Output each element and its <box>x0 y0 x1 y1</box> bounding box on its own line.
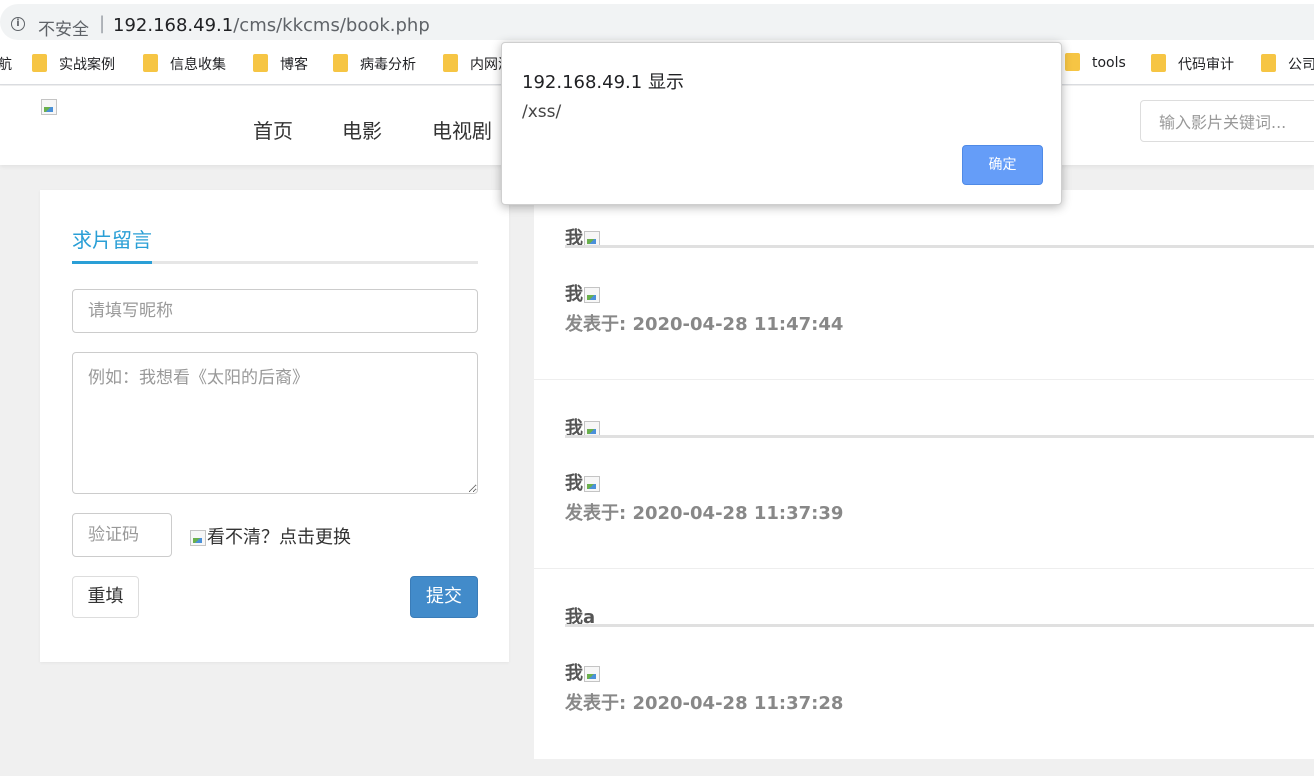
message-textarea[interactable] <box>72 352 478 494</box>
comment-separator <box>534 568 1314 569</box>
dialog-title: 192.168.49.1 显示 <box>522 72 684 93</box>
bookmark-item[interactable]: 博客 <box>253 54 308 74</box>
comment-divider <box>565 245 1314 248</box>
comment-divider <box>565 435 1314 438</box>
bookmark-item[interactable]: 信息收集 <box>143 54 226 74</box>
ok-button[interactable]: 确定 <box>962 145 1043 185</box>
folder-icon <box>1261 54 1276 72</box>
not-secure-label[interactable]: 不安全 <box>38 15 89 40</box>
bookmark-label: 博客 <box>280 57 308 73</box>
bookmark-item[interactable]: 航 <box>0 54 12 74</box>
bookmark-label: 实战案例 <box>59 57 115 73</box>
info-icon[interactable]: i <box>11 17 25 31</box>
omnibox[interactable]: i 不安全 | 192.168.49.1/cms/kkcms/book.php <box>0 4 1314 40</box>
folder-icon <box>1065 53 1080 71</box>
comment-content-text: 我 <box>565 663 583 684</box>
comment-content: 我 <box>565 469 601 495</box>
bookmark-label: 代码审计 <box>1178 57 1234 73</box>
url-host: 192.168.49.1 <box>113 15 234 36</box>
reset-button[interactable]: 重填 <box>72 576 139 618</box>
folder-icon <box>253 54 268 72</box>
nickname-input[interactable] <box>72 289 478 333</box>
folder-icon <box>143 54 158 72</box>
comment-content: 我 <box>565 280 601 306</box>
broken-image <box>583 475 601 493</box>
comment-time: 发表于: 2020-04-28 11:37:39 <box>565 503 844 524</box>
captcha-refresh[interactable]: 看不清？点击更换 <box>189 523 351 549</box>
folder-icon <box>443 54 458 72</box>
form-title: 求片留言 <box>72 228 152 252</box>
bookmark-label: 航 <box>0 57 12 73</box>
bookmark-label: 公司 <box>1288 57 1314 73</box>
folder-icon <box>333 54 348 72</box>
bookmark-label: tools <box>1092 55 1126 71</box>
comment-content-text: 我 <box>565 284 583 305</box>
submit-button[interactable]: 提交 <box>410 576 478 618</box>
nav-movies[interactable]: 电影 <box>342 115 382 144</box>
comment-time: 发表于: 2020-04-28 11:47:44 <box>565 314 844 335</box>
search-box <box>1140 100 1314 143</box>
bookmark-label: 信息收集 <box>170 57 226 73</box>
nav-home[interactable]: 首页 <box>253 115 293 144</box>
site-logo-image[interactable] <box>40 98 58 116</box>
browser-address-bar: i 不安全 | 192.168.49.1/cms/kkcms/book.php <box>0 0 1314 44</box>
captcha-image[interactable] <box>189 529 207 547</box>
comment-content: 我 <box>565 659 601 685</box>
bookmark-item[interactable]: 实战案例 <box>32 54 115 74</box>
bookmark-item[interactable]: 公司 <box>1261 54 1314 74</box>
folder-icon <box>32 54 47 72</box>
nav-tv-series[interactable]: 电视剧 <box>432 115 492 144</box>
address-separator: | <box>99 13 106 34</box>
comment-separator <box>534 379 1314 380</box>
comment-content-text: 我 <box>565 473 583 494</box>
request-form-card: 求片留言 看不清？点击更换 重填 提交 <box>40 190 509 662</box>
url-path: /cms/kkcms/book.php <box>233 15 430 36</box>
bookmark-label: 病毒分析 <box>360 57 416 73</box>
comment-time: 发表于: 2020-04-28 11:37:28 <box>565 693 844 714</box>
form-title-underline <box>72 261 152 264</box>
captcha-input[interactable] <box>72 513 172 557</box>
broken-image <box>583 286 601 304</box>
search-input[interactable] <box>1157 101 1314 143</box>
dialog-message: /xss/ <box>522 102 562 122</box>
folder-icon <box>1151 54 1166 72</box>
comments-panel: 我 我 发表于: 2020-04-28 11:47:44 我 我 发表于: 20… <box>534 190 1314 759</box>
bookmark-item[interactable]: 代码审计 <box>1151 54 1234 74</box>
url-text[interactable]: 192.168.49.1/cms/kkcms/book.php <box>113 15 430 36</box>
broken-image <box>583 665 601 683</box>
bookmark-item[interactable]: 病毒分析 <box>333 54 416 74</box>
comment-divider <box>565 624 1314 627</box>
bookmark-item[interactable]: tools <box>1065 53 1126 74</box>
captcha-hint: 看不清？点击更换 <box>207 527 351 548</box>
alert-dialog: 192.168.49.1 显示 /xss/ 确定 <box>501 42 1062 205</box>
